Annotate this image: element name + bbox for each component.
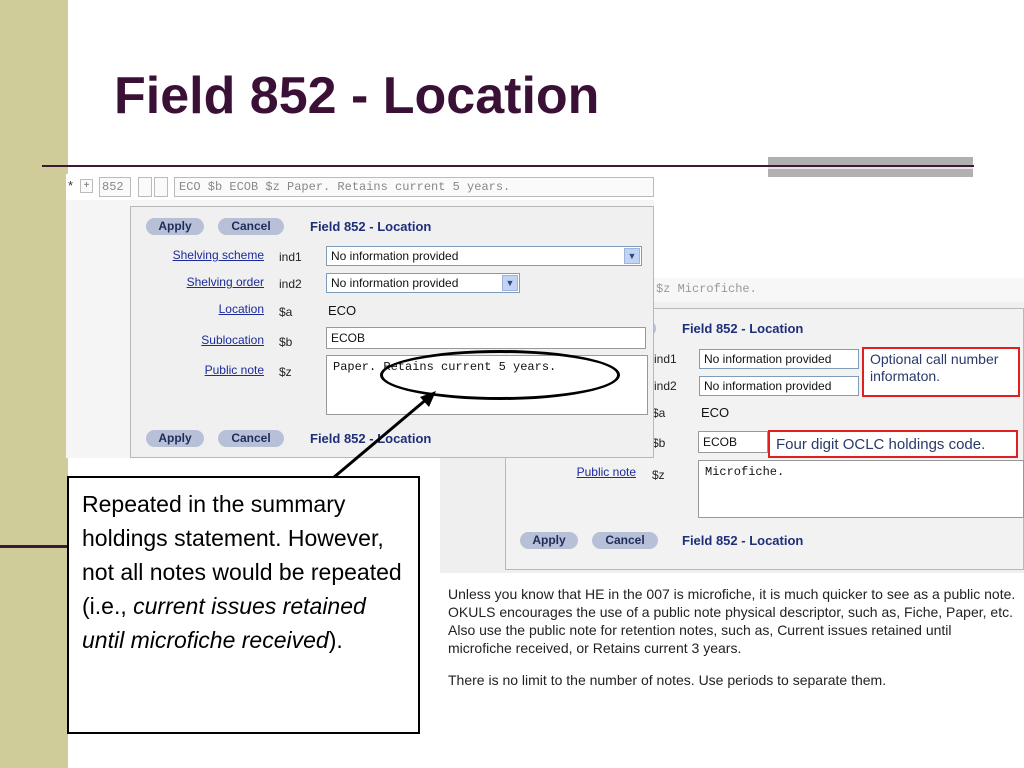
sublocation-input-value: ECOB (703, 435, 738, 449)
shelving-order-link[interactable]: Shelving order (146, 275, 264, 289)
location-code: $a (279, 305, 293, 319)
public-note-value-back: Microfiche. (705, 465, 785, 479)
apply-button-top[interactable]: Apply (146, 218, 204, 235)
apply-button-bottom[interactable]: Apply (146, 430, 204, 447)
ind2-input[interactable] (154, 177, 168, 197)
left-divider (0, 545, 72, 548)
record-row-back-data: $z Microfiche. (656, 282, 757, 296)
ind1-select-back[interactable]: No information provided (699, 349, 859, 369)
cancel-button-top[interactable]: Cancel (218, 218, 284, 235)
location-value: ECO (328, 303, 357, 318)
public-note-link-back[interactable]: Public note (566, 465, 636, 479)
chevron-down-icon[interactable]: ▼ (624, 248, 640, 264)
callout-box: Repeated in the summary holdings stateme… (67, 476, 420, 734)
public-note-link[interactable]: Public note (146, 363, 264, 377)
shelving-scheme-select[interactable]: No information provided ▼ (326, 246, 642, 266)
tag-input[interactable]: 852 (99, 177, 131, 197)
shelving-order-select[interactable]: No information provided ▼ (326, 273, 520, 293)
sublocation-code: $b (279, 335, 293, 349)
location-value-back: ECO (701, 405, 730, 420)
accent-bar (768, 157, 973, 177)
shelving-scheme-link[interactable]: Shelving scheme (146, 248, 264, 262)
annotation-optional-call: Optional call number informaton. (862, 347, 1020, 397)
cancel-button-bottom-back[interactable]: Cancel (592, 532, 658, 549)
explanation-paragraph-1: Unless you know that HE in the 007 is mi… (448, 586, 1016, 656)
ind1-input[interactable] (138, 177, 152, 197)
cancel-button-bottom[interactable]: Cancel (218, 430, 284, 447)
field-data-input[interactable]: ECO $b ECOB $z Paper. Retains current 5 … (174, 177, 654, 197)
ind2-select-back[interactable]: No information provided (699, 376, 859, 396)
shelving-scheme-value: No information provided (331, 249, 459, 263)
form-title-bottom: Field 852 - Location (310, 431, 432, 446)
ind2-code-back: ind2 (654, 379, 677, 393)
record-row-back: $z Microfiche. (652, 278, 1024, 302)
sublocation-input-back[interactable]: ECOB (698, 431, 768, 453)
sublocation-code-back: $b (652, 436, 666, 450)
public-note-code: $z (279, 365, 292, 379)
record-row: * + 852 ECO $b ECOB $z Paper. Retains cu… (66, 174, 654, 200)
location-link[interactable]: Location (146, 302, 264, 316)
highlight-oval (380, 350, 620, 400)
required-marker: * (68, 178, 74, 193)
location-code-back: $a (652, 406, 666, 420)
slide-sidebar (0, 0, 68, 768)
chevron-down-icon[interactable]: ▼ (502, 275, 518, 291)
apply-button-bottom-back[interactable]: Apply (520, 532, 578, 549)
ind1-code-back: ind1 (654, 352, 677, 366)
screenshot-paper: * + 852 ECO $b ECOB $z Paper. Retains cu… (66, 174, 654, 458)
sublocation-link[interactable]: Sublocation (146, 333, 264, 347)
ind1-select-value: No information provided (704, 352, 832, 366)
add-field-button[interactable]: + (80, 179, 93, 193)
public-note-code-back: $z (652, 468, 665, 482)
title-divider (42, 165, 974, 167)
shelving-order-value: No information provided (331, 276, 459, 290)
shelving-order-code: ind2 (279, 277, 302, 291)
explanation-paragraph-2: There is no limit to the number of notes… (448, 672, 887, 688)
shelving-scheme-code: ind1 (279, 250, 302, 264)
ind2-select-value: No information provided (704, 379, 832, 393)
form-title-back: Field 852 - Location (682, 321, 804, 336)
explanation-text: Unless you know that HE in the 007 is mi… (440, 573, 1024, 738)
form-title: Field 852 - Location (310, 219, 432, 234)
annotation-oclc-code: Four digit OCLC holdings code. (768, 430, 1018, 458)
form-title-bottom-back: Field 852 - Location (682, 533, 804, 548)
public-note-textarea-back[interactable]: Microfiche. (698, 460, 1024, 518)
sublocation-value: ECOB (331, 331, 366, 345)
slide-title: Field 852 - Location (114, 67, 600, 125)
sublocation-input[interactable]: ECOB (326, 327, 646, 349)
callout-end: ). (328, 627, 343, 653)
